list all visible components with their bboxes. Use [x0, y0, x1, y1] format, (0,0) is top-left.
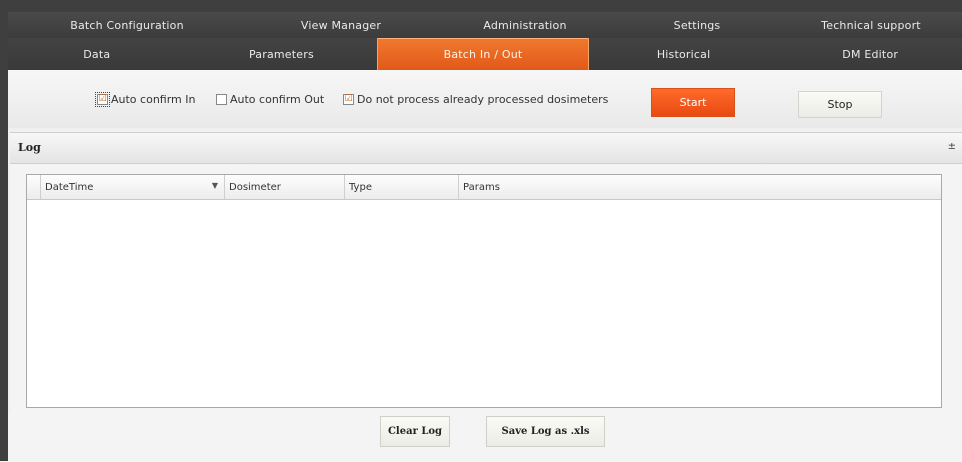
tab-settings[interactable]: Settings — [614, 12, 780, 38]
clear-log-button[interactable]: Clear Log — [380, 416, 450, 447]
log-actions-bar: Clear Log Save Log as .xls — [8, 414, 962, 461]
tab-historical[interactable]: Historical — [589, 38, 779, 70]
save-log-xls-button[interactable]: Save Log as .xls — [486, 416, 605, 447]
tab-administration[interactable]: Administration — [436, 12, 614, 38]
tab-batch-in-out[interactable]: Batch In / Out — [377, 38, 589, 70]
batch-in-out-panel: ☑ Auto confirm In Auto confirm Out ☑ Do … — [8, 70, 962, 462]
tab-dm-editor[interactable]: DM Editor — [778, 38, 962, 70]
stop-button[interactable]: Stop — [798, 91, 882, 118]
auto-confirm-in-label: Auto confirm In — [111, 93, 196, 106]
tab-batch-configuration[interactable]: Batch Configuration — [8, 12, 246, 38]
top-tab-bar: Batch Configuration View Manager Adminis… — [8, 12, 962, 38]
row-selector-column — [27, 175, 41, 199]
tab-parameters[interactable]: Parameters — [186, 38, 378, 70]
auto-confirm-in-checkbox[interactable]: ☑ — [95, 92, 110, 107]
collapse-icon[interactable]: ± — [948, 141, 956, 152]
auto-confirm-out-checkbox[interactable] — [216, 94, 227, 105]
log-title: Log — [18, 141, 41, 154]
options-bar: ☑ Auto confirm In Auto confirm Out ☑ Do … — [8, 70, 962, 128]
auto-confirm-in-option[interactable]: ☑ Auto confirm In — [95, 92, 196, 107]
column-datetime[interactable]: DateTime ▼ — [41, 175, 225, 199]
do-not-process-checkbox[interactable]: ☑ — [343, 94, 354, 105]
column-dosimeter-label: Dosimeter — [229, 181, 281, 193]
do-not-process-label: Do not process already processed dosimet… — [357, 93, 609, 106]
tab-technical-support[interactable]: Technical support — [780, 12, 962, 38]
sort-arrow-icon[interactable]: ▼ — [212, 181, 218, 190]
start-button[interactable]: Start — [651, 88, 735, 117]
column-type[interactable]: Type — [345, 175, 459, 199]
column-type-label: Type — [349, 181, 372, 193]
log-table-header: DateTime ▼ Dosimeter Type Params — [27, 175, 941, 200]
sub-tab-bar: Data Parameters Batch In / Out Historica… — [8, 38, 962, 70]
tab-data[interactable]: Data — [8, 38, 186, 70]
log-table: DateTime ▼ Dosimeter Type Params — [26, 174, 942, 408]
auto-confirm-out-label: Auto confirm Out — [230, 93, 325, 106]
column-params-label: Params — [463, 181, 500, 193]
do-not-process-option[interactable]: ☑ Do not process already processed dosim… — [343, 93, 608, 106]
auto-confirm-out-option[interactable]: Auto confirm Out — [216, 93, 324, 106]
tab-view-manager[interactable]: View Manager — [246, 12, 436, 38]
log-header: Log ± — [10, 133, 962, 164]
log-panel: Log ± DateTime ▼ Dosimeter Type Params — [10, 132, 962, 462]
column-datetime-label: DateTime — [45, 181, 94, 193]
column-params[interactable]: Params — [459, 175, 941, 199]
column-dosimeter[interactable]: Dosimeter — [225, 175, 345, 199]
